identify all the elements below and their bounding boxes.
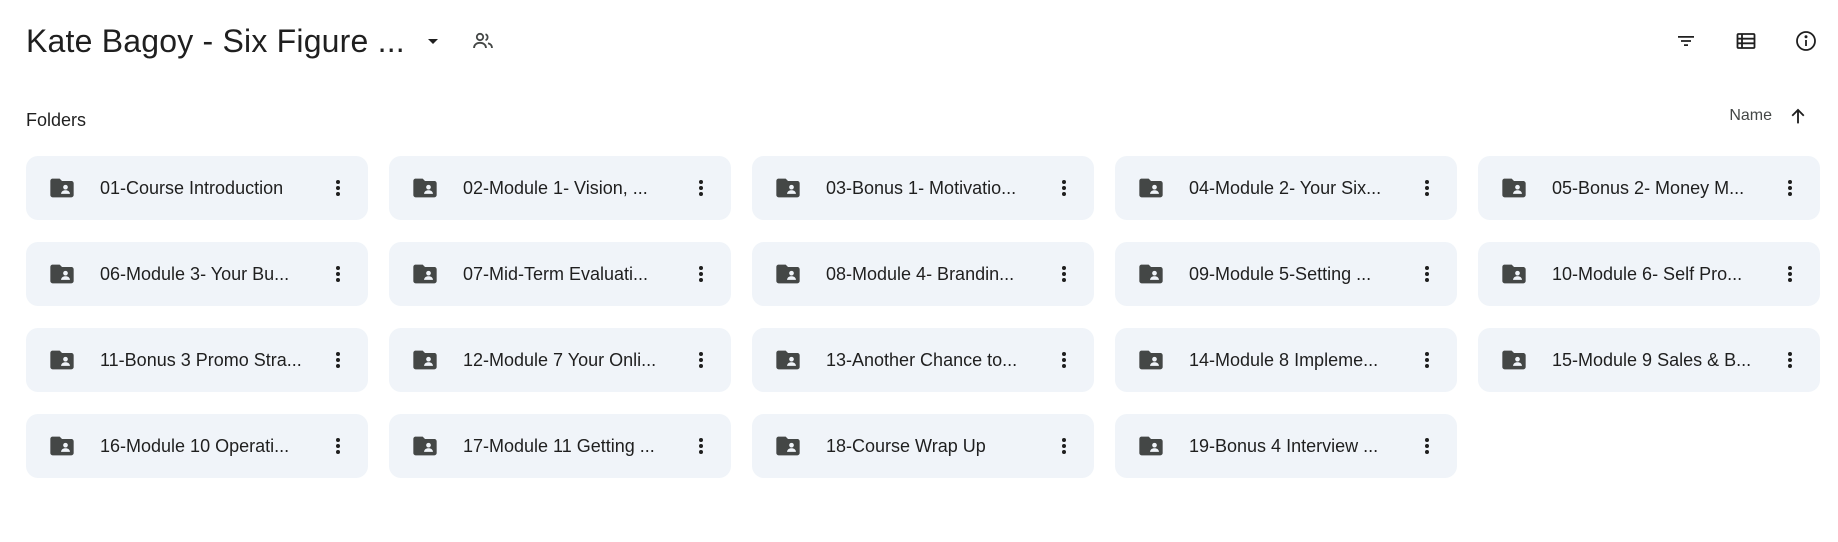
shared-folder-icon: [1500, 174, 1528, 202]
folder-card[interactable]: 03-Bonus 1- Motivatio...: [752, 156, 1094, 220]
folder-card[interactable]: 07-Mid-Term Evaluati...: [389, 242, 731, 306]
folder-card[interactable]: 04-Module 2- Your Six...: [1115, 156, 1457, 220]
folder-name: 03-Bonus 1- Motivatio...: [826, 177, 1017, 198]
shared-folder-icon: [1137, 174, 1165, 202]
drive-folder-view: Kate Bagoy - Six Figure ... Folders Name…: [0, 0, 1838, 542]
folder-card[interactable]: 18-Course Wrap Up: [752, 414, 1094, 478]
more-vert-icon[interactable]: [318, 340, 358, 380]
folder-name: 18-Course Wrap Up: [826, 435, 986, 456]
folder-card[interactable]: 08-Module 4- Brandin...: [752, 242, 1094, 306]
shared-folder-icon: [48, 432, 76, 460]
more-vert-icon[interactable]: [1044, 426, 1084, 466]
more-vert-icon[interactable]: [1044, 254, 1084, 294]
folder-name: 17-Module 11 Getting ...: [463, 435, 655, 456]
shared-folder-icon: [774, 260, 802, 288]
folder-name: 07-Mid-Term Evaluati...: [463, 263, 649, 284]
folder-name: 12-Module 7 Your Onli...: [463, 349, 657, 370]
folder-name: 15-Module 9 Sales & B...: [1552, 349, 1752, 370]
folder-name: 02-Module 1- Vision, ...: [463, 177, 648, 198]
more-vert-icon[interactable]: [1770, 340, 1810, 380]
shared-folder-icon: [1500, 260, 1528, 288]
sort-label[interactable]: Name: [1729, 107, 1772, 125]
more-vert-icon[interactable]: [1407, 168, 1447, 208]
folder-card[interactable]: 16-Module 10 Operati...: [26, 414, 368, 478]
folder-name: 09-Module 5-Setting ...: [1189, 263, 1372, 284]
shared-folder-icon: [48, 174, 76, 202]
sort-control: Name: [1729, 102, 1814, 130]
folder-card[interactable]: 11-Bonus 3 Promo Stra...: [26, 328, 368, 392]
caret-down-icon[interactable]: [413, 21, 453, 61]
folder-card[interactable]: 06-Module 3- Your Bu...: [26, 242, 368, 306]
shared-folder-icon: [48, 260, 76, 288]
more-vert-icon[interactable]: [1770, 254, 1810, 294]
shared-folder-icon: [774, 432, 802, 460]
folder-name: 08-Module 4- Brandin...: [826, 263, 1015, 284]
more-vert-icon[interactable]: [681, 168, 721, 208]
folder-name: 16-Module 10 Operati...: [100, 435, 290, 456]
folder-card[interactable]: 09-Module 5-Setting ...: [1115, 242, 1457, 306]
list-view-icon[interactable]: [1726, 21, 1766, 61]
folder-card[interactable]: 10-Module 6- Self Pro...: [1478, 242, 1820, 306]
shared-folder-icon: [411, 260, 439, 288]
folder-name: 04-Module 2- Your Six...: [1189, 177, 1382, 198]
folder-name: 10-Module 6- Self Pro...: [1552, 263, 1743, 284]
section-label-folders: Folders: [26, 110, 87, 130]
more-vert-icon[interactable]: [681, 254, 721, 294]
more-vert-icon[interactable]: [318, 168, 358, 208]
arrow-up-icon[interactable]: [1782, 100, 1814, 132]
shared-folder-icon: [1137, 260, 1165, 288]
folder-card[interactable]: 01-Course Introduction: [26, 156, 368, 220]
shared-folder-icon: [411, 174, 439, 202]
shared-folder-icon: [774, 174, 802, 202]
folder-card[interactable]: 13-Another Chance to...: [752, 328, 1094, 392]
more-vert-icon[interactable]: [318, 254, 358, 294]
folder-name: 01-Course Introduction: [100, 177, 284, 198]
more-vert-icon[interactable]: [1044, 168, 1084, 208]
more-vert-icon[interactable]: [681, 340, 721, 380]
shared-folder-icon: [411, 346, 439, 374]
more-vert-icon[interactable]: [1407, 254, 1447, 294]
more-vert-icon[interactable]: [1044, 340, 1084, 380]
folder-card[interactable]: 02-Module 1- Vision, ...: [389, 156, 731, 220]
shared-folder-icon: [774, 346, 802, 374]
shared-people-icon[interactable]: [463, 21, 503, 61]
folder-card[interactable]: 15-Module 9 Sales & B...: [1478, 328, 1820, 392]
folder-card[interactable]: 17-Module 11 Getting ...: [389, 414, 731, 478]
info-icon[interactable]: [1786, 21, 1826, 61]
folder-card[interactable]: 05-Bonus 2- Money M...: [1478, 156, 1820, 220]
toolbar: [1646, 21, 1826, 61]
shared-folder-icon: [48, 346, 76, 374]
shared-folder-icon: [411, 432, 439, 460]
more-vert-icon[interactable]: [1407, 340, 1447, 380]
folder-name: 14-Module 8 Impleme...: [1189, 349, 1379, 370]
shared-folder-icon: [1137, 346, 1165, 374]
more-vert-icon[interactable]: [1770, 168, 1810, 208]
folder-card[interactable]: 12-Module 7 Your Onli...: [389, 328, 731, 392]
title-area: Kate Bagoy - Six Figure ...: [26, 16, 503, 66]
folder-card[interactable]: 19-Bonus 4 Interview ...: [1115, 414, 1457, 478]
folder-grid: 01-Course Introduction 02-Module 1- Visio…: [26, 156, 1820, 478]
folder-name: 06-Module 3- Your Bu...: [100, 263, 290, 284]
folder-name: 13-Another Chance to...: [826, 349, 1018, 370]
filter-icon[interactable]: [1666, 21, 1706, 61]
folder-name: 19-Bonus 4 Interview ...: [1189, 435, 1379, 456]
shared-folder-icon: [1137, 432, 1165, 460]
shared-folder-icon: [1500, 346, 1528, 374]
more-vert-icon[interactable]: [1407, 426, 1447, 466]
more-vert-icon[interactable]: [318, 426, 358, 466]
folder-name: 05-Bonus 2- Money M...: [1552, 177, 1745, 198]
page-title[interactable]: Kate Bagoy - Six Figure ...: [26, 23, 405, 60]
header: Kate Bagoy - Six Figure ...: [0, 0, 1838, 82]
more-vert-icon[interactable]: [681, 426, 721, 466]
folder-name: 11-Bonus 3 Promo Stra...: [100, 349, 302, 370]
folder-card[interactable]: 14-Module 8 Impleme...: [1115, 328, 1457, 392]
